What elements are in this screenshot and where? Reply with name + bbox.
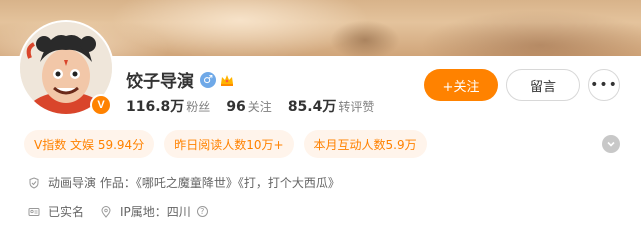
ip-location: IP属地：四川	[120, 205, 191, 219]
followers-label[interactable]: 粉丝	[186, 98, 210, 115]
engagement-count: 85.4万	[287, 99, 337, 115]
follow-button[interactable]: +关注	[424, 69, 498, 101]
bio-text: 动画导演 作品：《哪吒之魔童降世》《打，打个大西瓜》	[48, 176, 340, 190]
real-name-status: 已实名	[48, 205, 85, 219]
following-count[interactable]: 96	[226, 99, 245, 115]
stats-row: 116.8万 粉丝 96 关注 85.4万 转评赞	[126, 96, 390, 116]
following-label[interactable]: 关注	[248, 98, 272, 115]
chevron-down-icon[interactable]	[602, 135, 620, 153]
crown-icon	[219, 72, 235, 88]
profile-name: 饺子导演	[126, 72, 194, 92]
identity-line: 已实名 IP属地：四川 ?	[28, 203, 208, 220]
shield-icon	[28, 176, 40, 189]
v-index-tag[interactable]: V指数 文娱 59.94分	[24, 130, 155, 158]
more-options-icon[interactable]: •••	[588, 69, 620, 101]
verified-badge-icon: V	[90, 94, 112, 116]
engagement-label: 转评赞	[338, 100, 375, 114]
help-icon[interactable]: ?	[196, 206, 208, 217]
profile-name-row: 饺子导演 ♂	[126, 67, 235, 92]
monthly-interactions-tag[interactable]: 本月互动人数5.9万	[303, 130, 427, 158]
id-card-icon	[28, 206, 40, 218]
bio-line: 动画导演 作品：《哪吒之魔童降世》《打，打个大西瓜》	[28, 174, 340, 191]
followers-count[interactable]: 116.8万	[126, 96, 184, 116]
message-button[interactable]: 留言	[506, 69, 580, 101]
daily-readers-tag[interactable]: 昨日阅读人数10万+	[164, 130, 294, 158]
location-icon	[100, 205, 112, 218]
tags-row: V指数 文娱 59.94分 昨日阅读人数10万+ 本月互动人数5.9万	[24, 130, 437, 158]
male-icon: ♂	[200, 71, 216, 88]
